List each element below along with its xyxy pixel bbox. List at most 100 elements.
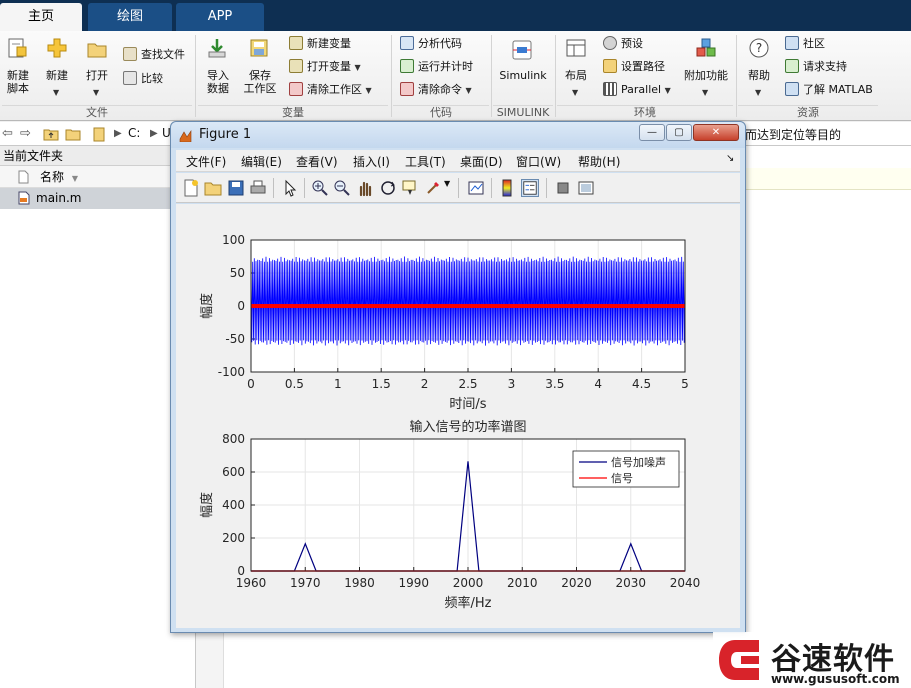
- analyze-code-label: 分析代码: [418, 37, 462, 50]
- analyze-code-icon: [400, 36, 414, 50]
- new-button[interactable]: 新建: [42, 69, 72, 82]
- chevron-down-icon[interactable]: ▼: [93, 86, 99, 99]
- maximize-button[interactable]: ▢: [666, 124, 692, 141]
- menu-insert[interactable]: 插入(I): [353, 153, 390, 170]
- save-icon[interactable]: [227, 179, 245, 197]
- open-variable-button[interactable]: 打开变量 ▼: [289, 58, 361, 76]
- run-and-time-button[interactable]: 运行并计时: [400, 58, 473, 76]
- current-folder-title: 当前文件夹: [0, 146, 195, 166]
- chevron-down-icon[interactable]: ▼: [572, 86, 578, 99]
- menu-tools[interactable]: 工具(T): [405, 153, 446, 170]
- tab-plots[interactable]: 绘图: [88, 3, 172, 31]
- watermark-url: www.gususoft.com: [771, 672, 900, 686]
- colorbar-icon[interactable]: [498, 179, 516, 197]
- chevron-down-icon[interactable]: ▼: [755, 86, 761, 99]
- menu-edit[interactable]: 编辑(E): [241, 153, 282, 170]
- set-path-button[interactable]: 设置路径: [603, 58, 665, 76]
- rotate-3d-icon[interactable]: [379, 179, 397, 197]
- clear-commands-button[interactable]: 清除命令 ▼: [400, 81, 472, 99]
- pan-hand-icon[interactable]: [356, 179, 374, 197]
- forward-arrow-icon[interactable]: ⇨: [20, 126, 31, 141]
- time-plot-x-tick-label: 4: [594, 377, 602, 391]
- current-folder-panel: 当前文件夹 名称 ▼ main.m: [0, 146, 196, 688]
- tab-home[interactable]: 主页: [0, 3, 82, 31]
- minimize-button[interactable]: —: [639, 124, 665, 141]
- data-cursor-icon[interactable]: [401, 179, 419, 197]
- find-files-button[interactable]: 查找文件: [123, 46, 185, 64]
- chevron-right-icon: ▶: [150, 128, 158, 139]
- request-support-button[interactable]: 请求支持: [785, 58, 847, 76]
- preferences-label: 预设: [621, 37, 643, 50]
- simulink-button[interactable]: Simulink: [496, 69, 550, 82]
- print-icon[interactable]: [249, 179, 267, 197]
- menu-help[interactable]: 帮助(H): [578, 153, 620, 170]
- chevron-down-icon[interactable]: ▼: [366, 86, 372, 95]
- back-arrow-icon[interactable]: ⇦: [2, 126, 13, 141]
- spectrum-plot-x-tick-label: 2040: [670, 576, 701, 590]
- hide-plot-tools-icon[interactable]: [554, 179, 572, 197]
- browse-folder-icon[interactable]: [65, 127, 81, 141]
- new-script-button[interactable]: 新建 脚本: [2, 69, 34, 95]
- community-button[interactable]: 社区: [785, 35, 825, 53]
- close-button[interactable]: ✕: [693, 124, 739, 141]
- ribbon-divider: [195, 35, 196, 117]
- clear-commands-label: 清除命令: [418, 83, 462, 96]
- breadcrumb-drive[interactable]: C:: [128, 126, 140, 140]
- folder-up-icon[interactable]: [43, 127, 59, 141]
- chevron-down-icon[interactable]: ▼: [355, 63, 361, 72]
- clear-workspace-button[interactable]: 清除工作区 ▼: [289, 81, 372, 99]
- preferences-button[interactable]: 预设: [603, 35, 643, 53]
- learn-matlab-button[interactable]: 了解 MATLAB: [785, 81, 873, 99]
- menu-view[interactable]: 查看(V): [296, 153, 338, 170]
- zoom-in-icon[interactable]: [311, 179, 329, 197]
- file-row-main[interactable]: main.m: [0, 188, 195, 209]
- gear-icon: [603, 36, 617, 50]
- open-button[interactable]: 打开: [82, 69, 112, 82]
- spectrum-plot-x-tick-label: 1980: [344, 576, 375, 590]
- layout-button[interactable]: 布局: [560, 69, 592, 82]
- pointer-icon[interactable]: [281, 179, 299, 197]
- show-plot-tools-icon[interactable]: [577, 179, 595, 197]
- chevron-down-icon[interactable]: ▼: [466, 86, 472, 95]
- chevron-down-icon[interactable]: ▼: [53, 86, 59, 99]
- figure-titlebar[interactable]: Figure 1 — ▢ ✕: [171, 122, 745, 148]
- new-figure-icon[interactable]: [182, 179, 200, 197]
- menu-desktop[interactable]: 桌面(D): [460, 153, 503, 170]
- group-simulink-label: SIMULINK: [493, 105, 553, 119]
- chevron-down-icon[interactable]: ▼: [444, 179, 450, 188]
- time-plot-x-tick-label: 0.5: [285, 377, 304, 391]
- analyze-code-button[interactable]: 分析代码: [400, 35, 462, 53]
- tab-apps[interactable]: APP: [176, 3, 264, 31]
- time-plot-x-tick-label: 1.5: [372, 377, 391, 391]
- compare-button[interactable]: 比较: [123, 70, 163, 88]
- time-plot-y-tick-label: 0: [237, 299, 245, 313]
- new-script-icon: [8, 38, 27, 58]
- ribbon: 新建 脚本 新建 ▼ 打开 ▼ 查找文件 比较 文件 导入 数据 保存 工作区 …: [0, 31, 911, 121]
- zoom-out-icon[interactable]: [333, 179, 351, 197]
- help-button[interactable]: 帮助: [743, 69, 775, 82]
- plot-svg: 0 0.5 1 1.5 2 2.5 3 3.5 4 4.5 5 100 50 0 -50 -100 时间/s 幅度…: [199, 233, 701, 611]
- open-file-icon[interactable]: [204, 179, 222, 197]
- new-variable-button[interactable]: 新建变量: [289, 35, 351, 53]
- file-name: main.m: [36, 191, 82, 205]
- name-column-header[interactable]: 名称 ▼: [0, 166, 195, 188]
- figure-title: Figure 1: [199, 127, 252, 142]
- parallel-icon: [603, 82, 617, 96]
- menu-file[interactable]: 文件(F): [186, 153, 226, 170]
- time-plot-series-signal: [251, 304, 685, 308]
- matlab-logo-icon: [179, 130, 192, 142]
- dock-arrow-icon[interactable]: ↘: [726, 153, 734, 164]
- chevron-down-icon[interactable]: ▼: [702, 86, 708, 99]
- parallel-button[interactable]: Parallel ▼: [603, 81, 671, 99]
- addons-button[interactable]: 附加功能: [683, 69, 729, 82]
- brush-icon[interactable]: [424, 179, 442, 197]
- link-plot-icon[interactable]: [467, 179, 485, 197]
- save-workspace-button[interactable]: 保存 工作区: [242, 69, 278, 95]
- import-data-button[interactable]: 导入 数据: [202, 69, 234, 95]
- file-icon: [18, 170, 29, 184]
- legend-icon[interactable]: [521, 179, 539, 197]
- open-variable-icon: [289, 59, 303, 73]
- chevron-down-icon[interactable]: ▼: [665, 86, 671, 95]
- figure-menubar: 文件(F) 编辑(E) 查看(V) 插入(I) 工具(T) 桌面(D) 窗口(W…: [176, 150, 740, 172]
- menu-window[interactable]: 窗口(W): [516, 153, 561, 170]
